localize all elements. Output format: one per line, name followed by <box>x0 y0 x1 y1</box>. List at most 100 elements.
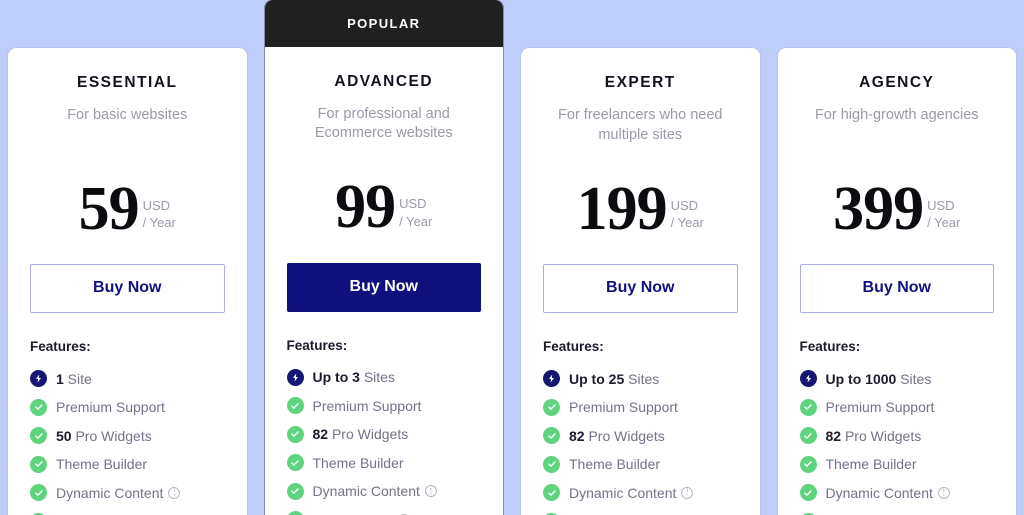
info-icon[interactable]: ! <box>424 485 437 498</box>
plan-card-body: AGENCY For high-growth agencies 399 USD / Ye… <box>778 48 1017 515</box>
plan-description: For professional and Ecommerce websites <box>314 105 453 142</box>
feature-item: Premium Support <box>30 398 225 416</box>
feature-highlight: Up to 3 <box>312 369 360 385</box>
feature-item: Theme Builder <box>30 455 225 473</box>
feature-text: Sites <box>896 370 932 387</box>
feature-text: Form Builder <box>313 512 393 515</box>
feature-item: 50 Pro Widgets <box>30 427 225 444</box>
feature-label: Dynamic Content! <box>56 485 181 501</box>
price-currency: USD <box>399 196 427 212</box>
check-icon <box>799 398 817 416</box>
info-icon[interactable]: ! <box>681 486 694 499</box>
info-icon[interactable]: ! <box>937 486 950 499</box>
feature-highlight: Up to 1000 <box>825 370 897 387</box>
feature-text: Premium Support <box>312 397 422 414</box>
feature-text: Pro Widgets <box>584 427 665 444</box>
feature-text: Pro Widgets <box>841 427 922 444</box>
price-period: / Year <box>399 213 433 229</box>
feature-label: Up to 1000 Sites <box>826 371 932 387</box>
plan-card-body: ESSENTIAL For basic websites 59 USD / Year Bu… <box>8 48 247 515</box>
plan-price: 99 USD / Year <box>287 173 482 242</box>
check-icon <box>543 427 560 444</box>
feature-item: Premium Support <box>286 397 482 414</box>
check-icon <box>799 484 817 501</box>
plan-description: For freelancers who need multiple sites <box>558 107 723 143</box>
feature-item: Theme Builder <box>286 454 482 471</box>
price-amount: 59 <box>78 174 140 243</box>
buy-now-button[interactable]: Buy Now <box>543 264 738 313</box>
feature-text: Dynamic Content <box>825 484 933 501</box>
feature-label: 82 Pro Widgets <box>313 426 409 442</box>
plan-card-advanced: POPULAR ADVANCED For professional and Ecom… <box>264 0 504 515</box>
plan-name: ESSENTIAL <box>77 74 178 91</box>
feature-text: Dynamic Content <box>312 483 420 499</box>
plan-card-essential: ESSENTIAL For basic websites 59 USD / Year Bu… <box>8 48 247 515</box>
feature-label: Premium Support <box>826 399 935 415</box>
feature-label: Premium Support <box>56 399 165 415</box>
check-icon <box>286 482 304 500</box>
buy-now-button[interactable]: Buy Now <box>286 262 481 312</box>
feature-label: Dynamic Content! <box>826 485 950 501</box>
feature-item: Up to 1000 Sites <box>799 370 995 387</box>
feature-highlight: 82 <box>569 427 585 444</box>
feature-text: Pro Widgets <box>71 427 152 444</box>
feature-label: Dynamic Content! <box>569 485 694 501</box>
check-icon <box>30 484 47 501</box>
plan-name: AGENCY <box>859 74 935 91</box>
price-period: / Year <box>670 215 704 231</box>
plan-card-agency: AGENCY For high-growth agencies 399 USD / Ye… <box>777 48 1017 515</box>
feature-list: 1 Site Premium Support 50 Pro Widgets Theme… <box>30 370 225 515</box>
feature-item: Premium Support <box>799 398 995 416</box>
features-label: Features: <box>543 339 604 354</box>
features-label: Features: <box>286 337 348 353</box>
feature-text: Theme Builder <box>56 456 148 472</box>
price-period: / Year <box>142 215 176 231</box>
feature-item: Theme Builder <box>543 455 738 473</box>
feature-label: Premium Support <box>313 398 422 414</box>
info-icon[interactable]: ! <box>168 486 181 499</box>
price-currency: USD <box>670 197 699 213</box>
feature-highlight: 1 <box>56 370 64 387</box>
feature-highlight: 82 <box>312 426 329 442</box>
plan-name: ADVANCED <box>334 72 434 90</box>
feature-item: 82 Pro Widgets <box>799 427 995 444</box>
feature-text: Pro Widgets <box>328 426 409 442</box>
feature-highlight: Up to 25 <box>569 370 625 387</box>
feature-text: Sites <box>624 370 660 387</box>
pricing-plans-grid: ESSENTIAL For basic websites 59 USD / Year Bu… <box>0 0 1024 515</box>
feature-item: 1 Site <box>30 370 225 387</box>
plan-card-body: ADVANCED For professional and Ecommerce w… <box>265 47 504 515</box>
check-icon <box>799 427 817 444</box>
plan-description: For high-growth agencies <box>814 107 979 123</box>
plan-price: 59 USD / Year <box>30 174 225 243</box>
price-amount: 99 <box>335 173 396 242</box>
plan-name: EXPERT <box>604 74 676 91</box>
bolt-icon <box>30 370 47 387</box>
check-icon <box>286 454 304 471</box>
feature-label: Premium Support <box>569 399 678 415</box>
plan-price: 199 USD / Year <box>543 174 738 240</box>
feature-item: Form Builder! <box>286 511 482 515</box>
plan-card-body: EXPERT For freelancers who need multiple … <box>521 48 760 515</box>
popular-badge: POPULAR <box>264 0 503 47</box>
feature-list: Up to 3 Sites Premium Support 82 Pro Widge… <box>286 368 482 515</box>
plan-price: 399 USD / Year <box>800 174 995 240</box>
feature-label: Form Builder! <box>313 512 410 515</box>
buy-now-button[interactable]: Buy Now <box>30 264 225 313</box>
feature-item: Up to 25 Sites <box>543 370 738 387</box>
feature-item: Dynamic Content! <box>543 484 738 501</box>
feature-text: Sites <box>359 369 395 385</box>
feature-text: Premium Support <box>825 399 935 415</box>
feature-item: Dynamic Content! <box>286 482 482 500</box>
check-icon <box>30 427 47 444</box>
check-icon <box>286 511 304 515</box>
buy-now-button[interactable]: Buy Now <box>799 264 994 313</box>
feature-label: Up to 3 Sites <box>313 369 395 385</box>
check-icon <box>30 398 47 416</box>
price-meta: USD / Year <box>927 197 960 236</box>
features-label: Features: <box>30 339 91 354</box>
feature-label: 82 Pro Widgets <box>826 428 922 444</box>
features-label: Features: <box>799 339 861 354</box>
bolt-icon <box>799 370 817 387</box>
feature-label: 1 Site <box>56 371 92 387</box>
